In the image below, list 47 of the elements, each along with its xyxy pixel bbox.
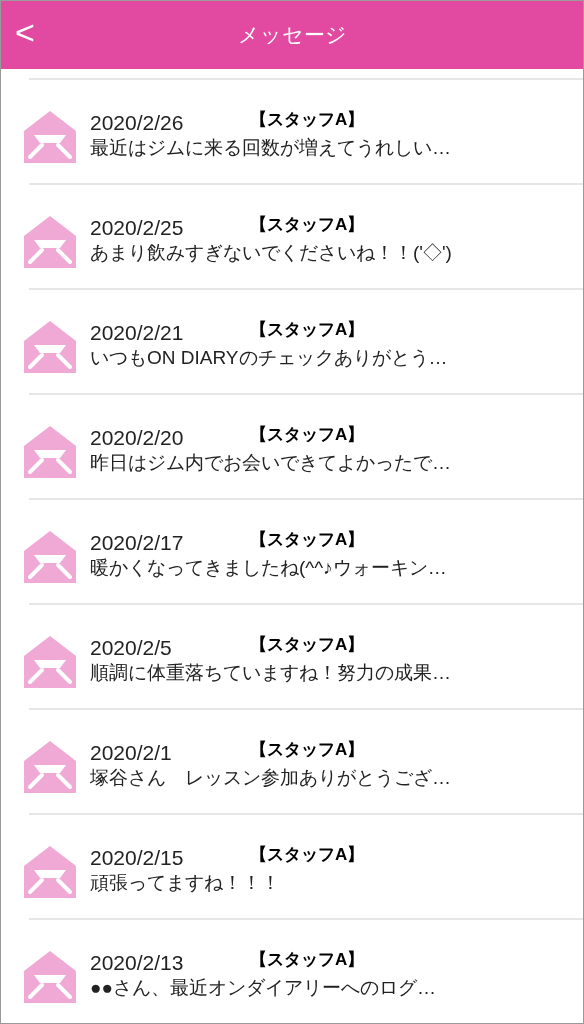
- screen-title: メッセージ: [237, 22, 347, 49]
- open-envelope-icon: [22, 528, 78, 585]
- back-button[interactable]: <: [15, 15, 35, 49]
- sender-name: 【スタッフA】: [250, 424, 365, 446]
- sender-name: 【スタッフA】: [250, 949, 365, 971]
- message-date: 2020/2/25: [90, 215, 185, 241]
- sender-name: 【スタッフA】: [250, 739, 365, 761]
- message-date: 2020/2/15: [90, 845, 185, 871]
- message-preview: 頑張ってますね！！！: [90, 871, 281, 895]
- message-date: 2020/2/17: [90, 530, 185, 556]
- open-envelope-icon: [22, 423, 78, 480]
- sender-name: 【スタッフA】: [250, 844, 365, 866]
- message-date: 2020/2/21: [90, 320, 185, 346]
- message-row[interactable]: 2020/2/21 【スタッフA】 いつもON DIARYのチェックありがとう…: [29, 288, 583, 393]
- sender-name: 【スタッフA】: [250, 214, 365, 236]
- message-row[interactable]: 2020/2/20 【スタッフA】 昨日はジム内でお会いできてよかったで…: [29, 393, 583, 498]
- message-row[interactable]: 2020/2/25 【スタッフA】 あまり飲みすぎないでくださいね！！('◇'): [29, 183, 583, 288]
- open-envelope-icon: [22, 213, 78, 270]
- message-preview: ●●さん、最近オンダイアリーへのログ…: [90, 976, 436, 1000]
- message-date: 2020/2/1: [90, 740, 173, 766]
- message-row[interactable]: 2020/2/15 【スタッフA】 頑張ってますね！！！: [29, 813, 583, 918]
- open-envelope-icon: [22, 948, 78, 1005]
- message-date: 2020/2/5: [90, 635, 173, 661]
- message-date: 2020/2/20: [90, 425, 185, 451]
- open-envelope-icon: [22, 843, 78, 900]
- message-preview: 最近はジムに来る回数が増えてうれしい…: [90, 136, 451, 160]
- message-date: 2020/2/13: [90, 950, 185, 976]
- message-date: 2020/2/26: [90, 110, 185, 136]
- message-preview: 塚谷さん レッスン参加ありがとうござ…: [90, 766, 451, 790]
- message-row[interactable]: 2020/2/26 【スタッフA】 最近はジムに来る回数が増えてうれしい…: [29, 78, 583, 183]
- message-preview: 暖かくなってきましたね(^^♪ウォーキン…: [90, 556, 447, 580]
- sender-name: 【スタッフA】: [250, 319, 365, 341]
- message-preview: あまり飲みすぎないでくださいね！！('◇'): [90, 241, 452, 265]
- message-preview: いつもON DIARYのチェックありがとう…: [90, 346, 448, 370]
- message-row[interactable]: 2020/2/5 【スタッフA】 順調に体重落ちていますね！努力の成果…: [29, 603, 583, 708]
- open-envelope-icon: [22, 738, 78, 795]
- message-preview: 昨日はジム内でお会いできてよかったで…: [90, 451, 451, 475]
- sender-name: 【スタッフA】: [250, 634, 365, 656]
- message-row[interactable]: 2020/2/17 【スタッフA】 暖かくなってきましたね(^^♪ウォーキン…: [29, 498, 583, 603]
- sender-name: 【スタッフA】: [250, 529, 365, 551]
- sender-name: 【スタッフA】: [250, 109, 365, 131]
- open-envelope-icon: [22, 318, 78, 375]
- message-preview: 順調に体重落ちていますね！努力の成果…: [90, 661, 451, 685]
- open-envelope-icon: [22, 633, 78, 690]
- open-envelope-icon: [22, 108, 78, 165]
- message-row[interactable]: 2020/2/13 【スタッフA】 ●●さん、最近オンダイアリーへのログ…: [29, 918, 583, 1023]
- message-row[interactable]: 2020/2/1 【スタッフA】 塚谷さん レッスン参加ありがとうござ…: [29, 708, 583, 813]
